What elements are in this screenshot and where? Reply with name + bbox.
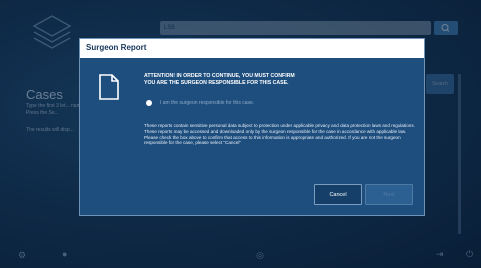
attention-line-2: YOU ARE THE SURGEON RESPONSIBLE FOR THIS… (144, 79, 289, 86)
dialog-header: Surgeon Report (80, 39, 424, 58)
attention-message: ATTENTION! IN ORDER TO CONTINUE, YOU MUS… (144, 73, 404, 86)
privacy-disclaimer: These reports contain sensitive personal… (144, 123, 415, 146)
cancel-button[interactable]: Cancel (314, 184, 362, 205)
confirm-surgeon-label[interactable]: I am the surgeon responsible for this ca… (160, 100, 254, 106)
confirm-surgeon-radio[interactable] (146, 100, 152, 106)
next-button[interactable]: Next (365, 184, 413, 205)
document-icon (99, 74, 119, 100)
surgeon-report-dialog: Surgeon Report ATTENTION! IN ORDER TO CO… (79, 38, 425, 216)
dialog-title: Surgeon Report (86, 43, 147, 52)
